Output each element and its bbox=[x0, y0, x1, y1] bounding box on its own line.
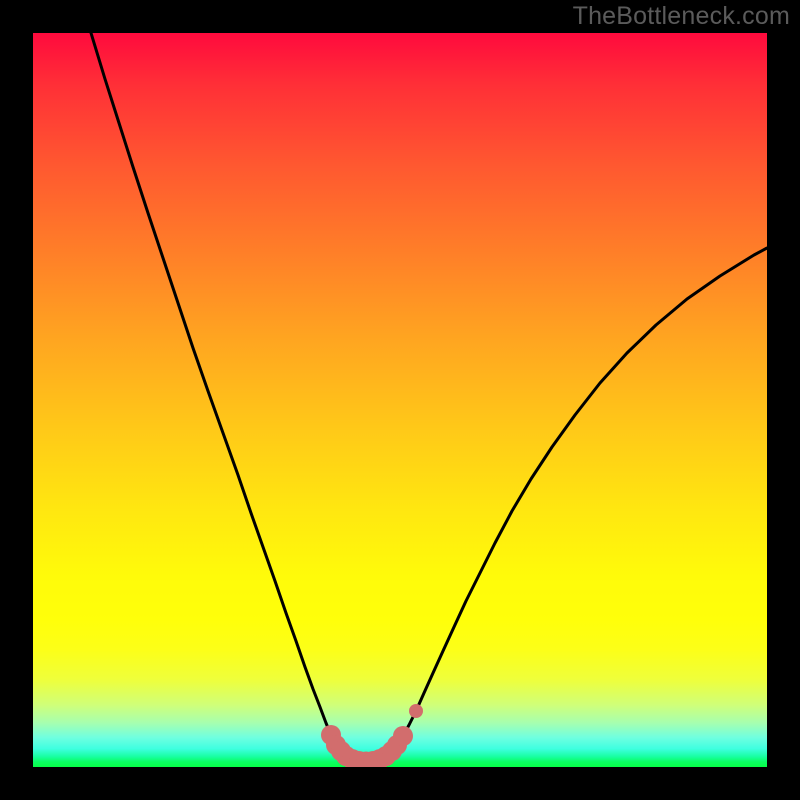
bottleneck-curve bbox=[91, 33, 767, 762]
marker-dot bbox=[393, 726, 413, 746]
marker-dot-extra bbox=[409, 704, 423, 718]
watermark-text: TheBottleneck.com bbox=[573, 2, 790, 31]
outer-frame: TheBottleneck.com bbox=[0, 0, 800, 800]
plot-area bbox=[33, 33, 767, 767]
optimal-range-markers bbox=[321, 704, 423, 767]
chart-svg bbox=[33, 33, 767, 767]
